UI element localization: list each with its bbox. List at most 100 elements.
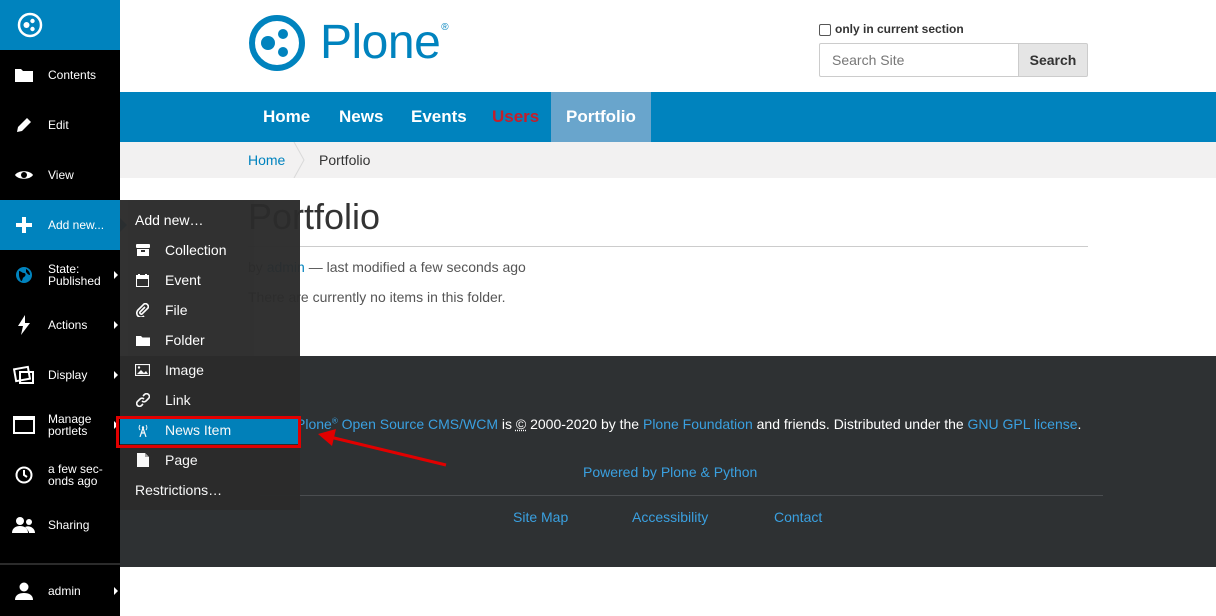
footer-foundation-link[interactable]: Plone Foundation bbox=[643, 416, 753, 432]
display-submenu-caret-icon bbox=[114, 371, 118, 379]
globe-icon bbox=[0, 266, 48, 284]
add-link-label: Link bbox=[165, 392, 191, 408]
broadcast-icon bbox=[120, 423, 165, 437]
toolbar-user-menu[interactable]: admin bbox=[0, 566, 120, 616]
actions-submenu-caret-icon bbox=[114, 321, 118, 329]
toolbar-add-new-label: Add new... bbox=[48, 218, 105, 232]
footer-license-link[interactable]: GNU GPL license bbox=[968, 416, 1078, 432]
users-icon bbox=[0, 516, 48, 534]
user-icon bbox=[0, 582, 48, 600]
current-section-label: only in current section bbox=[835, 21, 964, 36]
plone-logo-icon bbox=[249, 15, 305, 71]
breadcrumb-home[interactable]: Home bbox=[248, 152, 285, 168]
paperclip-icon bbox=[120, 303, 165, 317]
breadcrumb: Home Portfolio bbox=[120, 142, 1216, 178]
footer-contact-link[interactable]: Contact bbox=[774, 509, 822, 525]
breadcrumb-current: Portfolio bbox=[319, 152, 371, 168]
add-event-label: Event bbox=[165, 272, 201, 288]
add-image-label: Image bbox=[165, 362, 204, 378]
toolbar-display-label: Display bbox=[48, 368, 88, 382]
nav-home[interactable]: Home bbox=[248, 92, 325, 142]
title-divider bbox=[248, 246, 1088, 247]
logo-wordmark: Plone bbox=[320, 16, 441, 69]
plus-icon bbox=[0, 217, 48, 233]
toolbar-display[interactable]: Display bbox=[0, 350, 120, 400]
add-file-label: File bbox=[165, 302, 188, 318]
toolbar-manage-portlets-label: Manage portlets bbox=[48, 412, 92, 438]
toolbar-add-new[interactable]: Add new... bbox=[0, 200, 127, 250]
portlets-submenu-caret-icon bbox=[114, 421, 118, 429]
search-input[interactable]: Search Site bbox=[819, 43, 1019, 77]
add-folder-label: Folder bbox=[165, 332, 205, 348]
search-placeholder: Search Site bbox=[832, 52, 905, 68]
search-section-option: only in current section bbox=[819, 21, 964, 36]
add-event[interactable]: Event bbox=[120, 266, 300, 294]
toolbar-sharing-label: Sharing bbox=[48, 518, 90, 532]
toolbar-edit[interactable]: Edit bbox=[0, 100, 120, 150]
add-page-label: Page bbox=[165, 452, 198, 468]
toolbar-contents[interactable]: Contents bbox=[0, 50, 120, 100]
display-icon bbox=[0, 365, 48, 385]
toolbar-state-label: State: Published bbox=[48, 262, 101, 288]
footer-powered-by-link[interactable]: Powered by Plone & Python bbox=[583, 464, 757, 480]
image-icon bbox=[120, 364, 165, 376]
link-icon bbox=[120, 393, 165, 407]
pencil-icon bbox=[0, 116, 48, 134]
footer-accessibility-link[interactable]: Accessibility bbox=[632, 509, 708, 525]
add-collection[interactable]: Collection bbox=[120, 236, 300, 264]
copyright-symbol: © bbox=[515, 416, 527, 432]
main-navigation: Home News Events Users Portfolio bbox=[120, 92, 1216, 142]
breadcrumb-separator-icon bbox=[293, 142, 305, 178]
current-section-checkbox[interactable] bbox=[819, 24, 831, 36]
add-page[interactable]: Page bbox=[120, 446, 300, 474]
add-restrictions[interactable]: Restrictions… bbox=[135, 482, 222, 498]
calendar-icon bbox=[120, 273, 165, 287]
page-icon bbox=[120, 453, 165, 467]
add-new-menu-header: Add new… bbox=[135, 212, 204, 228]
add-new-menu: Add new… Collection Event File Folder Im… bbox=[120, 200, 300, 510]
nav-portfolio[interactable]: Portfolio bbox=[551, 92, 651, 142]
user-submenu-caret-icon bbox=[114, 587, 118, 595]
footer-plone-link[interactable]: Plone® bbox=[296, 416, 338, 432]
footer-cms-link[interactable]: Open Source CMS/WCM bbox=[342, 416, 498, 432]
add-collection-label: Collection bbox=[165, 242, 227, 258]
toolbar-view-label: View bbox=[48, 168, 74, 182]
add-file[interactable]: File bbox=[120, 296, 300, 324]
search-button[interactable]: Search bbox=[1018, 43, 1088, 77]
collection-icon bbox=[120, 244, 165, 256]
nav-users[interactable]: Users bbox=[477, 92, 554, 142]
portlets-icon bbox=[0, 416, 48, 434]
add-folder[interactable]: Folder bbox=[120, 326, 300, 354]
nav-events[interactable]: Events bbox=[396, 92, 482, 142]
site-logo[interactable]: Plone ® bbox=[248, 14, 449, 72]
toolbar-history-label: a few sec-onds ago bbox=[48, 462, 103, 488]
toolbar-user-label: admin bbox=[48, 584, 81, 598]
nav-news[interactable]: News bbox=[324, 92, 398, 142]
toolbar-state[interactable]: State: Published bbox=[0, 250, 120, 300]
plone-toolbar: Contents Edit View Add new... State: Publ… bbox=[0, 0, 127, 616]
folder-icon bbox=[120, 335, 165, 346]
toolbar-contents-label: Contents bbox=[48, 68, 97, 82]
add-link[interactable]: Link bbox=[120, 386, 300, 414]
toolbar-actions[interactable]: Actions bbox=[0, 300, 120, 350]
add-news-item[interactable]: News Item bbox=[120, 416, 300, 444]
add-image[interactable]: Image bbox=[120, 356, 300, 384]
toolbar-logo-button[interactable] bbox=[0, 0, 120, 50]
state-submenu-caret-icon bbox=[114, 271, 118, 279]
footer-copyright: Plone® Open Source CMS/WCM is © 2000-202… bbox=[296, 416, 1082, 432]
toolbar-history[interactable]: a few sec-onds ago bbox=[0, 450, 120, 500]
toolbar-divider bbox=[0, 563, 120, 565]
footer-sitemap-link[interactable]: Site Map bbox=[513, 509, 568, 525]
folder-icon bbox=[0, 67, 48, 83]
toolbar-view[interactable]: View bbox=[0, 150, 120, 200]
clock-icon bbox=[0, 466, 48, 484]
toolbar-sharing[interactable]: Sharing bbox=[0, 500, 120, 550]
footer-divider bbox=[260, 495, 1103, 496]
toolbar-edit-label: Edit bbox=[48, 118, 69, 132]
toolbar-manage-portlets[interactable]: Manage portlets bbox=[0, 400, 120, 450]
toolbar-actions-label: Actions bbox=[48, 318, 88, 332]
eye-icon bbox=[0, 168, 48, 182]
logo-registered-mark: ® bbox=[441, 21, 449, 33]
bolt-icon bbox=[0, 315, 48, 335]
add-news-item-label: News Item bbox=[165, 422, 232, 438]
